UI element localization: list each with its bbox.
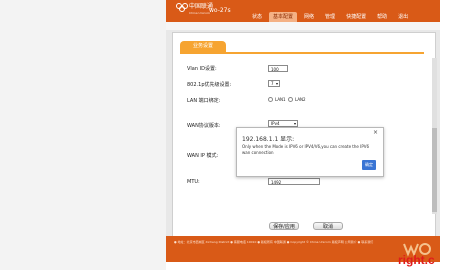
wan-ip-mode-label: WAN IP 模式: bbox=[187, 153, 219, 159]
scrollbar-thumb[interactable] bbox=[432, 128, 437, 212]
lan2-checkbox[interactable] bbox=[288, 97, 293, 102]
wan-proto-select[interactable]: IPv4 ▾ bbox=[268, 120, 298, 127]
lan2-label: LAN2 bbox=[295, 97, 306, 102]
sub-nav-strip bbox=[166, 22, 440, 30]
footer-text: ● 地址：北京市西城区 Xicheng District ● 客服电话 1001… bbox=[174, 240, 374, 244]
top-bar: 中国联通 China Unicom wo-27s 状态 基本配置 网络 管理 快… bbox=[166, 0, 440, 22]
main-nav: 状态 基本配置 网络 管理 快捷配置 帮助 退出 bbox=[248, 12, 415, 22]
close-icon[interactable]: × bbox=[373, 129, 378, 136]
ok-button[interactable]: 确定 bbox=[362, 160, 376, 170]
dialog-message: Only when the Mode is IPV6 or IPV4/V6,yo… bbox=[242, 144, 370, 155]
priority-label: 802.1p优先级设置: bbox=[187, 82, 232, 88]
unicom-knot-icon bbox=[176, 3, 188, 12]
brand-name-en: China Unicom bbox=[189, 11, 210, 15]
nav-basic-config[interactable]: 基本配置 bbox=[269, 12, 298, 22]
nav-logout[interactable]: 退出 bbox=[394, 12, 412, 22]
vlan-id-input[interactable]: 100 bbox=[268, 65, 288, 72]
lan1-label: LAN1 bbox=[275, 97, 286, 102]
cancel-button[interactable]: 取消 bbox=[313, 222, 343, 230]
lan-binding-label: LAN 端口绑定: bbox=[187, 98, 221, 104]
dialog-title: 192.168.1.1 显示: bbox=[242, 136, 295, 143]
wan-proto-label: WAN协议版本: bbox=[187, 123, 221, 129]
mtu-label: MTU: bbox=[187, 179, 200, 185]
save-apply-button[interactable]: 保存/应用 bbox=[269, 222, 299, 230]
mtu-input[interactable]: 1492 bbox=[268, 178, 320, 185]
alert-dialog: 192.168.1.1 显示: × Only when the Mode is … bbox=[236, 127, 384, 177]
device-model: wo-27s bbox=[209, 7, 231, 14]
panel-scrollbar[interactable] bbox=[432, 58, 437, 214]
nav-quick-config[interactable]: 快捷配置 bbox=[342, 12, 370, 22]
nav-management[interactable]: 管理 bbox=[321, 12, 339, 22]
right-background bbox=[440, 0, 450, 270]
section-tab: 业务设置 bbox=[180, 41, 226, 52]
vlan-id-label: Vlan ID设置: bbox=[187, 66, 217, 72]
chevron-down-icon: ▾ bbox=[275, 81, 278, 86]
nav-status[interactable]: 状态 bbox=[248, 12, 266, 22]
lan1-checkbox[interactable] bbox=[268, 97, 273, 102]
nav-network[interactable]: 网络 bbox=[300, 12, 318, 22]
nav-help[interactable]: 帮助 bbox=[373, 12, 391, 22]
section-divider bbox=[180, 52, 424, 54]
watermark: right.c bbox=[398, 253, 435, 267]
priority-select[interactable]: 7 ▾ bbox=[268, 80, 280, 87]
wan-proto-value: IPv4 bbox=[271, 121, 280, 126]
priority-value: 7 bbox=[271, 81, 274, 86]
left-background bbox=[0, 0, 166, 270]
